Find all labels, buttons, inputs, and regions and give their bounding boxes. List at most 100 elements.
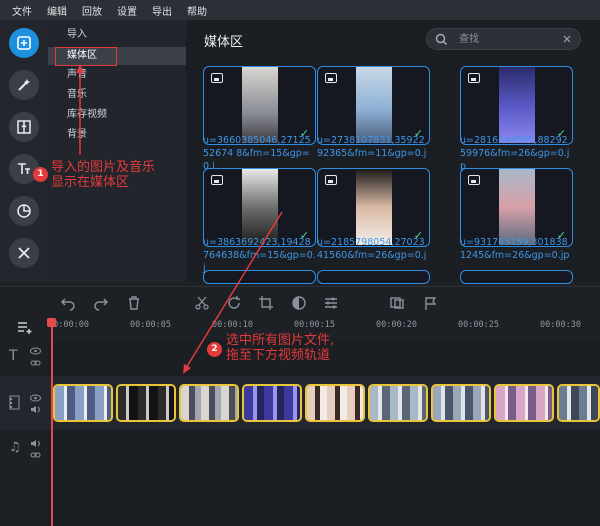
audio-track-header: ♫ <box>0 430 48 466</box>
link-icon[interactable] <box>30 359 41 367</box>
import-tool-button[interactable] <box>9 28 39 58</box>
empty-track-header <box>0 466 48 526</box>
category-stock-video[interactable]: 库存视频 <box>48 106 186 124</box>
thumbnail-image <box>242 169 278 245</box>
timeline-clip[interactable] <box>368 384 428 422</box>
add-track-icon[interactable] <box>16 319 34 335</box>
add-track-area <box>0 316 48 338</box>
cut-icon[interactable] <box>194 295 210 311</box>
film-icon <box>9 395 20 410</box>
text-track-header: T <box>0 338 48 376</box>
category-sound[interactable]: 声音 <box>48 66 186 84</box>
stickers-tool-button[interactable] <box>9 196 39 226</box>
image-type-icon <box>468 175 480 185</box>
media-bin: 媒体区 ✓ ✓ ✓ u=3660385046,2712552674 8&fm=1… <box>186 20 600 284</box>
tool-rail <box>0 20 48 282</box>
category-import[interactable]: 导入 <box>48 26 186 44</box>
highlight-box <box>55 47 117 66</box>
visibility-icon[interactable] <box>30 347 41 355</box>
thumbnail-image <box>499 169 535 245</box>
timeline-clip[interactable] <box>431 384 491 422</box>
timeline-clip[interactable] <box>179 384 239 422</box>
tools-icon <box>18 247 30 259</box>
menu-playback[interactable]: 回放 <box>82 3 102 18</box>
timeline-ruler[interactable]: 00:00:00 00:00:05 00:00:10 00:00:15 00:0… <box>48 316 600 332</box>
more-tools-button[interactable] <box>9 238 39 268</box>
undo-icon[interactable] <box>60 295 76 311</box>
media-caption: u=2738107831,3592292365&fm=11&gp=0.j <box>317 135 427 159</box>
timeline-clip[interactable] <box>494 384 554 422</box>
redo-icon[interactable] <box>93 295 109 311</box>
transition-icon <box>17 120 31 134</box>
timeline-toolbar <box>0 286 600 318</box>
delete-icon[interactable] <box>126 295 142 311</box>
image-type-icon <box>468 73 480 83</box>
annotation-text-1: 导入的图片及音乐 显示在媒体区 <box>51 160 156 190</box>
media-caption: u=931765159,3018381245&fm=26&gp=0.jp <box>460 237 570 261</box>
image-type-icon <box>211 73 223 83</box>
menu-settings[interactable]: 设置 <box>117 3 137 18</box>
color-adjust-icon[interactable] <box>291 295 307 311</box>
clear-icon[interactable] <box>561 33 573 45</box>
category-music[interactable]: 音乐 <box>48 86 186 104</box>
text-icon <box>18 163 30 174</box>
search-input[interactable] <box>459 32 554 47</box>
menu-edit[interactable]: 编辑 <box>47 3 67 18</box>
pie-icon <box>17 204 31 218</box>
thumbnail-image <box>499 67 535 143</box>
media-thumbnail[interactable] <box>203 270 316 284</box>
category-panel: 导入 媒体区 声音 音乐 库存视频 背景 <box>48 20 186 282</box>
menu-help[interactable]: 帮助 <box>187 3 207 18</box>
media-title: 媒体区 <box>204 35 244 50</box>
ruler-label: 00:00:10 <box>212 320 253 330</box>
timeline-clip[interactable] <box>557 384 600 422</box>
crop-icon[interactable] <box>258 295 274 311</box>
clip-properties-icon[interactable] <box>323 295 339 311</box>
ruler-label: 00:00:30 <box>540 320 581 330</box>
category-background[interactable]: 背景 <box>48 126 186 144</box>
thumbnail-image <box>242 67 278 143</box>
media-thumbnail[interactable] <box>317 270 430 284</box>
timeline-clip[interactable] <box>116 384 176 422</box>
marker-flag-icon[interactable] <box>422 295 438 311</box>
annotation-badge-2: 2 <box>207 342 222 357</box>
playhead[interactable] <box>51 318 53 526</box>
media-caption: u=2185798054,2702341560&fm=26&gp=0.j <box>317 237 427 261</box>
video-track-header <box>0 376 48 430</box>
volume-icon[interactable] <box>30 439 41 448</box>
audio-track[interactable] <box>48 430 600 466</box>
menu-export[interactable]: 导出 <box>152 3 172 18</box>
thumbnail-image <box>356 169 392 245</box>
search-icon <box>435 33 447 45</box>
rotate-icon[interactable] <box>226 295 242 311</box>
visibility-icon[interactable] <box>30 394 41 402</box>
ruler-label: 00:00:20 <box>376 320 417 330</box>
ruler-label: 00:00:05 <box>130 320 171 330</box>
category-media[interactable]: 媒体区 <box>48 47 186 66</box>
image-type-icon <box>211 175 223 185</box>
link-icon[interactable] <box>30 451 41 459</box>
timeline-clip[interactable] <box>242 384 302 422</box>
ruler-label: 00:00:25 <box>458 320 499 330</box>
timeline-clip[interactable] <box>53 384 113 422</box>
text-track-icon: T <box>9 348 18 364</box>
overlay-icon[interactable] <box>389 295 405 311</box>
magic-tool-button[interactable] <box>9 70 39 100</box>
image-type-icon <box>325 73 337 83</box>
import-icon <box>17 36 31 50</box>
magic-wand-icon <box>18 79 30 91</box>
image-type-icon <box>325 175 337 185</box>
annotation-text-2: 选中所有图片文件, 拖至下方视频轨道 <box>226 333 335 363</box>
menu-bar: 文件 编辑 回放 设置 导出 帮助 <box>0 0 600 20</box>
music-note-icon: ♫ <box>9 440 21 455</box>
empty-track-area <box>48 466 600 526</box>
search-box[interactable] <box>426 28 581 50</box>
menu-file[interactable]: 文件 <box>12 3 32 18</box>
transitions-tool-button[interactable] <box>9 112 39 142</box>
ruler-label: 00:00:15 <box>294 320 335 330</box>
media-thumbnail[interactable] <box>460 270 573 284</box>
annotation-badge-1: 1 <box>33 167 48 182</box>
thumbnail-image <box>356 67 392 143</box>
volume-icon[interactable] <box>30 405 41 414</box>
timeline-clip[interactable] <box>305 384 365 422</box>
